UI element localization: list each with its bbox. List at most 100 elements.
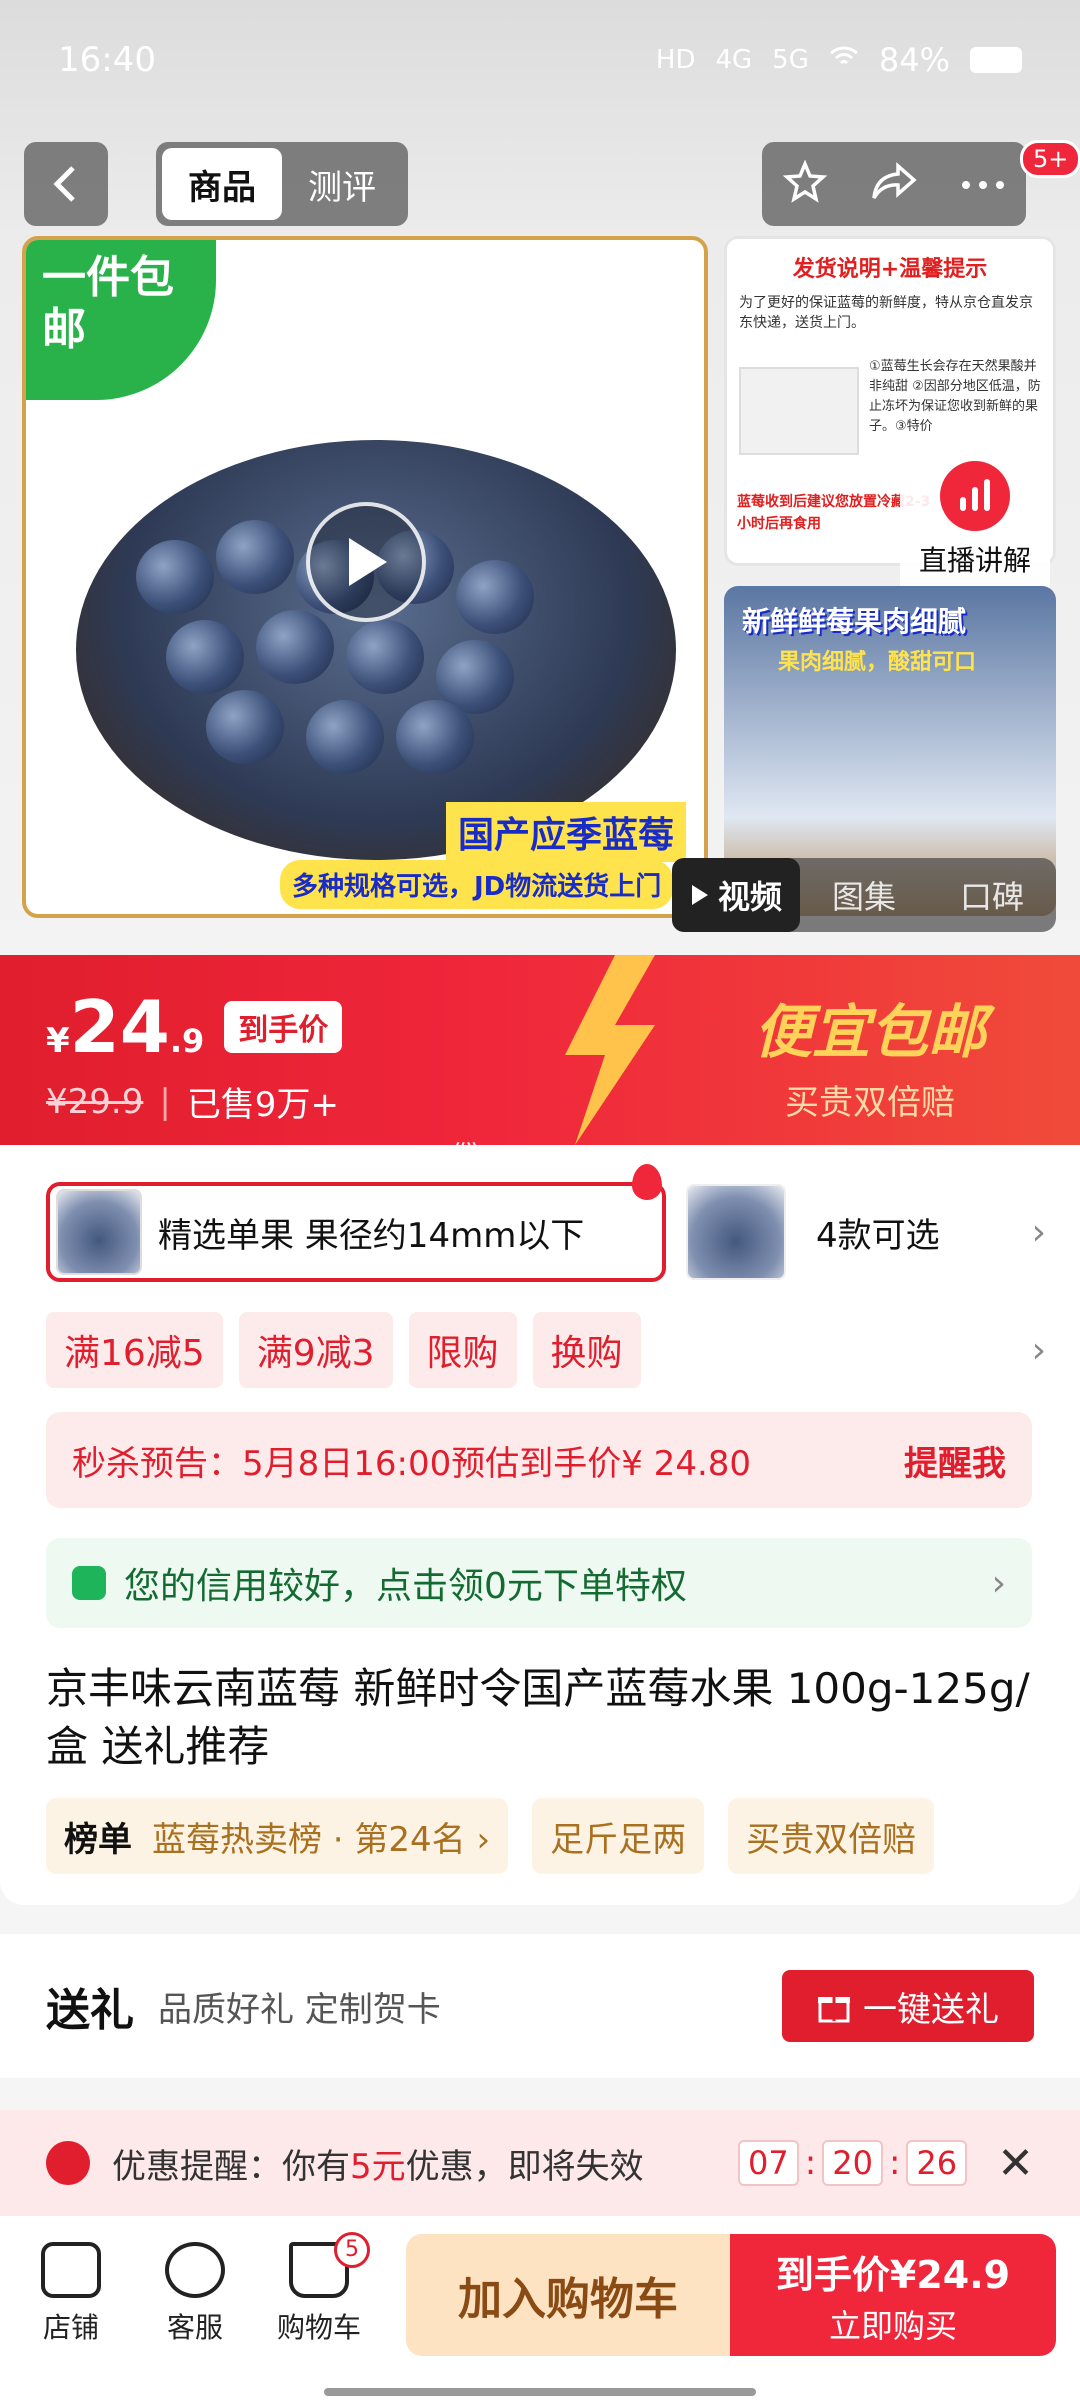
shipping-info-text: 为了更好的保证蓝莓的新鲜度，特从京仓直发京东快递，送货上门。 — [739, 295, 1033, 331]
star-icon[interactable] — [783, 159, 828, 208]
timer-hours: 07 — [738, 2140, 799, 2186]
berry — [306, 700, 384, 774]
final-price-tag: 到手价 — [224, 1001, 343, 1053]
slogan-main: 便宜包邮 — [753, 998, 986, 1066]
gift-section: 送礼 品质好礼 定制贺卡 一键送礼 — [0, 1934, 1080, 2078]
spec-count: 4款可选 — [816, 1215, 940, 1256]
slogan-sub: 买贵双倍赔 — [785, 1083, 955, 1123]
package-box-image — [739, 367, 859, 455]
nav-service[interactable]: 客服 — [140, 2242, 250, 2346]
clock: 16:40 — [58, 40, 156, 80]
live-explain-button[interactable]: 直播讲解 — [900, 440, 1050, 600]
tab-reputation[interactable]: 口碑 — [928, 872, 1056, 918]
fruit-detail-sub: 果肉细腻，酸甜可口 — [778, 650, 977, 675]
hero-area: 16:40 HD 4G 5G 84% 商品 测评 5+ 一件包邮 国产应季蓝莓 … — [0, 0, 1080, 955]
shipping-info-lines: ①蓝莓生长会存在天然果酸并非纯甜 ②因部分地区低温，防止冻坏为保证您收到新鲜的果… — [869, 359, 1041, 434]
add-to-cart-button[interactable]: 加入购物车 — [406, 2234, 730, 2356]
nav-shop[interactable]: 店铺 — [16, 2242, 126, 2346]
spec-selector[interactable]: 精选单果 果径约14mm以下 4款可选 › — [46, 1164, 1046, 1284]
battery-icon — [970, 47, 1022, 73]
product-title: 京丰味云南蓝莓 新鲜时令国产蓝莓水果 100g-125g/盒 送礼推荐 — [46, 1664, 1030, 1771]
shipping-info-title: 发货说明+温馨提示 — [792, 257, 988, 282]
rank-text: 蓝莓热卖榜 · 第24名 › — [152, 1819, 491, 1860]
bag-icon — [72, 1566, 106, 1600]
header-tabs: 商品 测评 — [156, 142, 408, 226]
bottom-bar: 店铺 客服 5 购物车 加入购物车 到手价¥24.9 立即购买 — [0, 2216, 1080, 2400]
spec-thumbnail-alt[interactable] — [686, 1184, 786, 1280]
discount-amount: 5元 — [350, 2146, 406, 2187]
coupon-item[interactable]: 满9减3 — [238, 1312, 393, 1388]
rank-label: 榜单 — [64, 1819, 132, 1860]
credit-text: 您的信用较好，点击领0元下单特权 — [124, 1566, 687, 1607]
tab-review[interactable]: 测评 — [282, 148, 402, 220]
coupon-row[interactable]: 满16减5 满9减3 限购 换购 › — [46, 1310, 1046, 1390]
spec-thumbnail — [56, 1189, 142, 1275]
price-slogan: 便宜包邮 买贵双倍赔 — [700, 985, 1040, 1124]
play-small-icon — [691, 885, 708, 905]
media-tabs: 视频 图集 口碑 — [672, 858, 1056, 932]
rank-tag[interactable]: 榜单 蓝莓热卖榜 · 第24名 › — [46, 1798, 509, 1874]
back-button[interactable] — [24, 142, 108, 226]
guarantee-tag: 买贵双倍赔 — [728, 1798, 935, 1874]
tab-product[interactable]: 商品 — [162, 148, 282, 220]
buy-price: 到手价¥24.9 — [775, 2253, 1011, 2297]
more-icon[interactable] — [961, 175, 1005, 194]
product-page: 16:40 HD 4G 5G 84% 商品 测评 5+ 一件包邮 国产应季蓝莓 … — [0, 0, 1080, 2400]
main-product-image[interactable]: 一件包邮 国产应季蓝莓 多种规格可选，JD物流送货上门 — [22, 236, 708, 918]
berry — [216, 520, 294, 594]
nav-cart[interactable]: 5 购物车 — [264, 2232, 374, 2346]
cart-badge: 5 — [334, 2232, 370, 2268]
signal-4g: 4G — [715, 45, 753, 75]
coupon-item[interactable]: 换购 — [532, 1312, 641, 1388]
countdown-timer: 07: 20: 26 — [738, 2140, 968, 2186]
share-icon[interactable] — [870, 162, 918, 206]
chevron-right-icon: › — [1031, 1329, 1046, 1371]
remind-button[interactable]: 提醒我 — [904, 1436, 1006, 1485]
signal-5g: 5G — [772, 45, 809, 75]
timer-seconds: 26 — [906, 2140, 968, 2186]
tab-gallery[interactable]: 图集 — [800, 872, 928, 918]
chevron-right-icon: › — [1031, 1211, 1046, 1253]
fruit-detail-title: 新鲜鲜莓果肉细腻 — [742, 605, 967, 638]
countdown-overlay: 《》5059 — [432, 1140, 587, 1180]
close-icon[interactable]: ✕ — [997, 2138, 1034, 2189]
price-main: ¥ 24 .9 到手价 — [46, 985, 343, 1069]
buy-now-button[interactable]: 到手价¥24.9 立即购买 — [730, 2234, 1056, 2356]
selected-spec[interactable]: 精选单果 果径约14mm以下 — [46, 1164, 666, 1282]
selected-spec-label: 精选单果 果径约14mm以下 — [158, 1215, 585, 1256]
berry — [256, 610, 334, 684]
play-button[interactable] — [306, 502, 426, 622]
original-price: ¥29.9 — [46, 1081, 144, 1122]
berry — [456, 560, 534, 634]
gift-sub: 品质好礼 定制贺卡 — [158, 1989, 441, 2030]
chevron-right-icon: › — [991, 1562, 1006, 1604]
lightning-icon — [565, 955, 655, 1145]
price-decimal: .9 — [169, 1022, 205, 1060]
home-indicator[interactable] — [324, 2388, 756, 2396]
flash-sale-notice: 秒杀预告：5月8日16:00预估到手价¥ 24.80 提醒我 — [46, 1412, 1032, 1508]
gift-title: 送礼 — [46, 1985, 134, 2036]
status-bar: 16:40 HD 4G 5G 84% — [0, 0, 1080, 120]
tab-video[interactable]: 视频 — [672, 858, 800, 932]
free-shipping-corner: 一件包邮 — [26, 240, 216, 400]
coupon-item[interactable]: 限购 — [408, 1312, 517, 1388]
berry — [396, 700, 474, 774]
season-tag: 国产应季蓝莓 — [446, 802, 687, 862]
chevron-left-icon — [53, 166, 75, 202]
battery-percent: 84% — [878, 41, 950, 79]
price-integer: 24 — [69, 985, 170, 1069]
hot-icon — [632, 1164, 662, 1200]
sold-count: 已售9万+ — [186, 1085, 339, 1125]
buy-label: 立即购买 — [828, 2307, 957, 2345]
flash-sale-text: 秒杀预告：5月8日16:00预估到手价¥ 24.80 — [72, 1443, 752, 1484]
send-gift-button[interactable]: 一键送礼 — [782, 1970, 1034, 2042]
spec-tag: 多种规格可选，JD物流送货上门 — [280, 860, 674, 909]
credit-banner[interactable]: 您的信用较好，点击领0元下单特权 › — [46, 1538, 1032, 1628]
header-actions — [762, 142, 1026, 226]
price-sub: ¥29.9 | 已售9万+ — [46, 1077, 342, 1126]
price-banner: ¥ 24 .9 到手价 ¥29.9 | 已售9万+ 便宜包邮 买贵双倍赔 — [0, 955, 1080, 1145]
coupon-item[interactable]: 满16减5 — [46, 1312, 223, 1388]
timer-minutes: 20 — [822, 2140, 883, 2186]
quality-tag: 足斤足两 — [532, 1798, 705, 1874]
shop-icon — [41, 2242, 101, 2298]
